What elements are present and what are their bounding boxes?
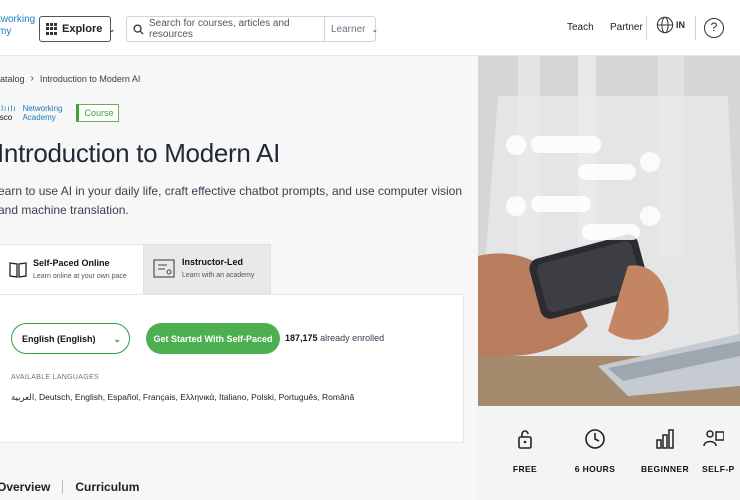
search-icon — [127, 23, 149, 35]
learner-select-label: Learner — [331, 23, 366, 35]
help-button[interactable]: ? — [704, 18, 724, 38]
tab-self-paced[interactable]: Self-Paced Online Learn online at your o… — [0, 244, 143, 296]
tab-title: Self-Paced Online — [33, 258, 110, 268]
grid-icon — [46, 23, 57, 35]
tab-subtitle: Learn online at your own pace — [33, 273, 127, 280]
lock-icon — [485, 428, 565, 455]
provider-row: ılıılı isco Networking Academy Course — [0, 104, 120, 122]
logo-line-2: my — [0, 26, 12, 37]
stat-label-duration: 6 HOURS — [574, 464, 616, 474]
enrolled-suffix: already enrolled — [320, 333, 385, 343]
course-stats: FREE 6 HOURS BEGINNER SELF-P — [478, 406, 740, 500]
enroll-card: English (English) ⌄ Get Started With Sel… — [0, 294, 464, 443]
get-started-button[interactable]: Get Started With Self-Paced — [146, 323, 280, 354]
explore-button[interactable]: Explore ⌄ — [39, 16, 115, 42]
stat-label-free: FREE — [512, 464, 538, 474]
classroom-icon — [153, 259, 175, 284]
networking-academy-logo: Networking Academy — [22, 104, 62, 122]
enrolled-number: 187,175 — [285, 333, 318, 343]
language-select[interactable]: English (English) ⌄ — [11, 323, 130, 354]
chevron-right-icon: › — [30, 73, 34, 84]
academy-line-2: Academy — [22, 113, 56, 122]
chevron-down-icon: ⌄ — [108, 24, 116, 34]
partner-link[interactable]: Partner — [610, 22, 643, 33]
course-description: earn to use AI in your daily life, craft… — [0, 184, 463, 217]
teach-link[interactable]: Teach — [567, 22, 594, 33]
header-divider — [646, 16, 647, 40]
language-select-value: English (English) — [22, 333, 96, 344]
available-languages-label: AVAILABLE LANGUAGES — [11, 374, 99, 381]
tab-title: Instructor-Led — [182, 257, 244, 267]
breadcrumb-catalog[interactable]: atalog — [0, 74, 25, 84]
book-icon — [8, 261, 28, 284]
stat-label-level: BEGINNER — [640, 464, 690, 474]
learner-select[interactable]: Learner ⌄ — [325, 23, 379, 35]
tab-instructor-led[interactable]: Instructor-Led Learn with an academy — [143, 244, 271, 294]
breadcrumb: atalog › Introduction to Modern AI — [0, 73, 140, 84]
section-tabs: Overview Curriculum — [0, 480, 139, 494]
search-input[interactable]: Search for courses, articles and resourc… — [149, 18, 324, 40]
tab-subtitle: Learn with an academy — [182, 272, 255, 279]
cisco-logo: ılıılı isco — [0, 104, 16, 122]
hero-illustration — [478, 56, 740, 406]
academy-line-1: Networking — [22, 104, 63, 113]
logo-line-1: tworking — [0, 14, 36, 25]
page-title: Introduction to Modern AI — [0, 138, 281, 168]
enrolled-count: 187,175 already enrolled — [285, 333, 384, 343]
search-bar[interactable]: Search for courses, articles and resourc… — [126, 16, 379, 42]
region-selector[interactable]: IN — [656, 16, 685, 34]
cisco-wordmark: isco — [0, 113, 13, 122]
course-overview-panel: atalog › Introduction to Modern AI ılııl… — [0, 56, 478, 500]
site-logo[interactable]: tworking my — [0, 14, 35, 38]
hero-image — [478, 56, 740, 406]
site-header: tworking my Explore ⌄ Search for courses… — [0, 0, 740, 56]
breadcrumb-current: Introduction to Modern AI — [39, 73, 141, 84]
chevron-down-icon: ⌄ — [371, 24, 379, 34]
section-divider — [62, 480, 64, 494]
header-divider — [695, 16, 696, 40]
tab-curriculum[interactable]: Curriculum — [75, 480, 139, 494]
available-languages-list: العربية, Deutsch, English, Español, Fran… — [11, 392, 355, 402]
globe-icon — [656, 16, 674, 34]
region-label: IN — [676, 20, 685, 30]
tab-overview[interactable]: Overview — [0, 480, 50, 494]
cisco-bars-icon: ılıılı — [0, 104, 17, 113]
course-type-tag: Course — [76, 104, 120, 122]
clock-icon — [555, 428, 635, 455]
self-paced-icon — [688, 428, 740, 455]
explore-label: Explore — [62, 23, 103, 35]
stat-label-pace: SELF-P — [702, 464, 735, 474]
chevron-down-icon: ⌄ — [113, 334, 121, 344]
